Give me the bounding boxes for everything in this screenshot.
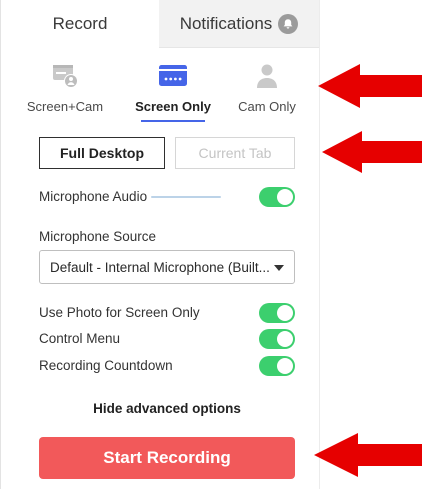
microphone-level-slider[interactable] — [151, 196, 221, 198]
microphone-source-select[interactable]: Default - Internal Microphone (Built... — [39, 250, 295, 284]
option-photo-label: Use Photo for Screen Only — [39, 305, 200, 320]
active-mode-underline — [141, 120, 205, 122]
recording-mode-selector: Screen+Cam Screen Only Cam Only — [1, 55, 319, 125]
start-recording-button[interactable]: Start Recording — [39, 437, 295, 479]
option-row-control-menu: Control Menu — [39, 329, 295, 349]
tab-record[interactable]: Record — [1, 0, 159, 47]
mode-cam-only[interactable]: Cam Only — [217, 55, 317, 125]
microphone-source-value: Default - Internal Microphone (Built... — [50, 259, 270, 275]
tab-bar: Record Notifications — [1, 0, 319, 48]
option-countdown-label: Recording Countdown — [39, 358, 173, 373]
use-photo-toggle[interactable] — [259, 303, 295, 323]
control-menu-toggle[interactable] — [259, 329, 295, 349]
microphone-audio-label: Microphone Audio — [39, 189, 148, 204]
annotation-arrow-icon — [322, 131, 422, 173]
record-panel: Record Notifications Screen+Cam Screen O… — [0, 0, 320, 489]
bell-icon — [278, 13, 299, 34]
microphone-source-label: Microphone Source — [39, 229, 157, 244]
annotation-arrow-icon — [314, 433, 422, 477]
mode-screen-cam-label: Screen+Cam — [26, 99, 104, 114]
recording-countdown-toggle[interactable] — [259, 356, 295, 376]
dropdown-caret-icon — [274, 265, 284, 271]
mode-screen-cam[interactable]: Screen+Cam — [15, 55, 115, 125]
microphone-audio-row: Microphone Audio — [39, 187, 295, 207]
microphone-audio-toggle[interactable] — [259, 187, 295, 207]
mode-cam-only-label: Cam Only — [238, 99, 296, 114]
mode-screen-only-label: Screen Only — [135, 99, 211, 114]
tab-notifications-label: Notifications — [179, 13, 273, 33]
hide-advanced-options-link[interactable]: Hide advanced options — [39, 401, 295, 416]
option-control-menu-label: Control Menu — [39, 331, 121, 346]
screen-only-icon — [159, 65, 187, 86]
screen-cam-icon — [53, 65, 78, 88]
current-tab-button[interactable]: Current Tab — [175, 137, 295, 169]
mode-screen-only[interactable]: Screen Only — [123, 55, 223, 125]
option-row-photo: Use Photo for Screen Only — [39, 303, 295, 323]
tab-record-label: Record — [52, 13, 108, 33]
full-desktop-button[interactable]: Full Desktop — [39, 137, 165, 169]
option-row-countdown: Recording Countdown — [39, 356, 295, 376]
tab-notifications[interactable]: Notifications — [159, 0, 319, 48]
cam-only-icon — [257, 64, 277, 88]
annotation-arrow-icon — [318, 64, 422, 108]
